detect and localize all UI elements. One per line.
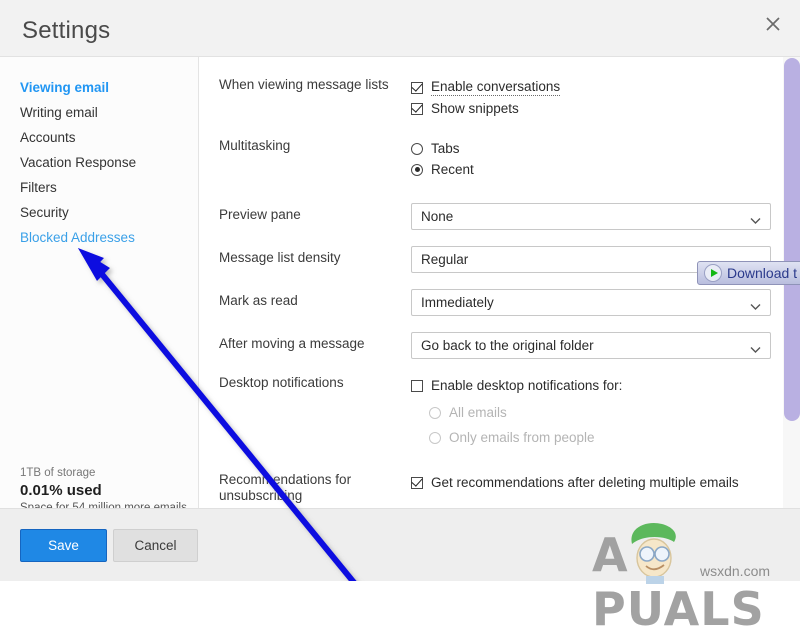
radio-recent[interactable]: Recent	[411, 159, 777, 180]
cancel-button[interactable]: Cancel	[113, 529, 198, 562]
select-preview-pane[interactable]: None	[411, 203, 771, 230]
select-wrap-after-moving: Go back to the original folder	[411, 332, 771, 359]
checkbox-show-snippets[interactable]: Show snippets	[411, 98, 777, 119]
row-label-message-lists: When viewing message lists	[219, 77, 389, 92]
storage-total-label: 1TB of storage	[20, 467, 96, 479]
row-label-mark-as-read: Mark as read	[219, 293, 298, 308]
checkbox-enable-desktop-notifications[interactable]: Enable desktop notifications for:	[411, 375, 777, 396]
checkbox-label: Get recommendations after deleting multi…	[431, 475, 739, 490]
radio-all-emails: All emails	[411, 402, 777, 423]
select-wrap-preview-pane: None	[411, 203, 771, 230]
row-label-preview-pane: Preview pane	[219, 207, 301, 222]
row-field-multitasking: Tabs Recent	[411, 138, 777, 180]
close-button[interactable]	[750, 2, 796, 46]
window-titlebar: Settings	[0, 0, 800, 57]
radio-label: Recent	[431, 162, 474, 177]
radio-icon	[429, 406, 441, 419]
save-button[interactable]: Save	[20, 529, 107, 562]
checkbox-icon	[411, 81, 423, 94]
sidebar-item-viewing-email[interactable]: Viewing email	[0, 75, 199, 100]
checkbox-label: Enable desktop notifications for:	[431, 378, 623, 393]
page-title: Settings	[22, 17, 111, 44]
sidebar-item-accounts[interactable]: Accounts	[0, 125, 199, 150]
row-field-recommendations: Get recommendations after deleting multi…	[411, 472, 777, 493]
checkbox-get-recommendations[interactable]: Get recommendations after deleting multi…	[411, 472, 777, 493]
select-mark-as-read[interactable]: Immediately	[411, 289, 771, 316]
row-label-desktop-notifications: Desktop notifications	[219, 375, 344, 390]
checkbox-icon	[411, 102, 423, 115]
sidebar-item-filters[interactable]: Filters	[0, 175, 199, 200]
checkbox-enable-conversations[interactable]: Enable conversations	[411, 77, 777, 98]
sidebar-item-blocked-addresses[interactable]: Blocked Addresses	[0, 225, 199, 250]
sidebar: Viewing email Writing email Accounts Vac…	[0, 57, 199, 514]
radio-icon	[411, 142, 423, 155]
select-after-moving-a-message[interactable]: Go back to the original folder	[411, 332, 771, 359]
radio-label: Tabs	[431, 141, 460, 156]
row-field-desktop-notifications: Enable desktop notifications for: All em…	[411, 375, 777, 448]
checkbox-icon	[411, 476, 423, 489]
download-label: Download t	[727, 265, 798, 281]
radio-label: All emails	[449, 405, 507, 420]
sidebar-item-writing-email[interactable]: Writing email	[0, 100, 199, 125]
storage-summary: 1TB of storage 0.01% used Space for 54 m…	[20, 467, 195, 514]
download-button-overlay[interactable]: Download t	[697, 261, 800, 285]
row-field-message-lists: Enable conversations Show snippets	[411, 77, 777, 119]
sidebar-item-security[interactable]: Security	[0, 200, 199, 225]
select-wrap-mark-as-read: Immediately	[411, 289, 771, 316]
radio-only-emails-from-people: Only emails from people	[411, 427, 777, 448]
row-label-after-moving: After moving a message	[219, 336, 365, 351]
sidebar-item-vacation-response[interactable]: Vacation Response	[0, 150, 199, 175]
checkbox-label: Show snippets	[431, 101, 519, 116]
settings-window: Settings Viewing email Writing email Acc…	[0, 0, 800, 636]
checkbox-label: Enable conversations	[431, 79, 561, 96]
radio-tabs[interactable]: Tabs	[411, 138, 777, 159]
row-field-mark-as-read: Immediately	[411, 289, 777, 316]
radio-icon	[429, 431, 441, 444]
row-label-density: Message list density	[219, 250, 341, 265]
play-icon	[704, 264, 722, 282]
storage-used-label: 0.01% used	[20, 482, 102, 499]
scrollbar-thumb[interactable]	[784, 58, 800, 421]
sidebar-nav: Viewing email Writing email Accounts Vac…	[0, 75, 199, 250]
row-field-after-moving: Go back to the original folder	[411, 332, 777, 359]
close-icon	[766, 17, 780, 31]
row-label-multitasking: Multitasking	[219, 138, 291, 153]
row-field-preview-pane: None	[411, 203, 777, 230]
row-label-recommendations: Recommendations for unsubscribing	[219, 472, 352, 503]
checkbox-icon	[411, 379, 423, 392]
radio-label: Only emails from people	[449, 430, 595, 445]
dialog-footer: Save Cancel	[0, 508, 800, 581]
radio-icon-selected	[411, 163, 423, 176]
